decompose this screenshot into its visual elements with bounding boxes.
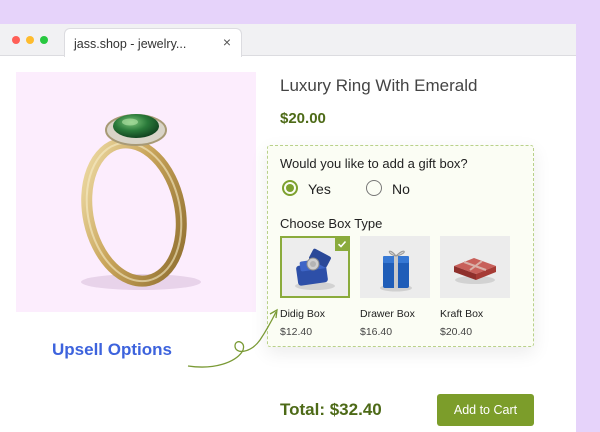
add-to-cart-button[interactable]: Add to Cart [437,394,534,426]
box-option-price: $16.40 [360,326,393,338]
maximize-window-button[interactable] [40,36,48,44]
close-window-button[interactable] [12,36,20,44]
product-title: Luxury Ring With Emerald [280,76,478,95]
minimize-window-button[interactable] [26,36,34,44]
box-option-name: Drawer Box [360,308,415,320]
radio-no-label[interactable]: No [392,181,410,197]
browser-tab[interactable]: jass.shop - jewelry... × [64,28,242,57]
box-option-didig[interactable] [280,236,350,298]
box-option-name: Kraft Box [440,308,484,320]
tab-close-icon[interactable]: × [223,35,231,49]
product-price: $20.00 [280,110,326,127]
tab-title: jass.shop - jewelry... [74,37,187,51]
box-option-price: $12.40 [280,326,313,338]
choose-box-label: Choose Box Type [280,216,383,231]
annotation-arrow-icon [187,308,278,368]
upsell-panel: Would you like to add a gift box? Yes No… [267,145,534,347]
browser-window: jass.shop - jewelry... × Luxury Ring Wit… [0,24,576,432]
upsell-annotation-label: Upsell Options [52,340,172,359]
box-option-price: $20.40 [440,326,473,338]
radio-no[interactable] [366,180,382,196]
product-image [16,72,256,312]
radio-yes[interactable] [282,180,298,196]
gift-box-question: Would you like to add a gift box? [280,156,468,171]
emerald-ring-image [81,114,201,290]
radio-yes-label[interactable]: Yes [308,181,331,197]
drawer-box-image [380,250,412,292]
total-price: Total: $32.40 [280,400,382,419]
box-option-name: Didig Box [280,308,325,320]
box-option-kraft[interactable] [440,236,510,298]
box-option-drawer[interactable] [360,236,430,298]
selected-check-icon [335,237,349,251]
browser-toolbar: jass.shop - jewelry... × [0,24,576,57]
kraft-box-image [454,258,496,284]
